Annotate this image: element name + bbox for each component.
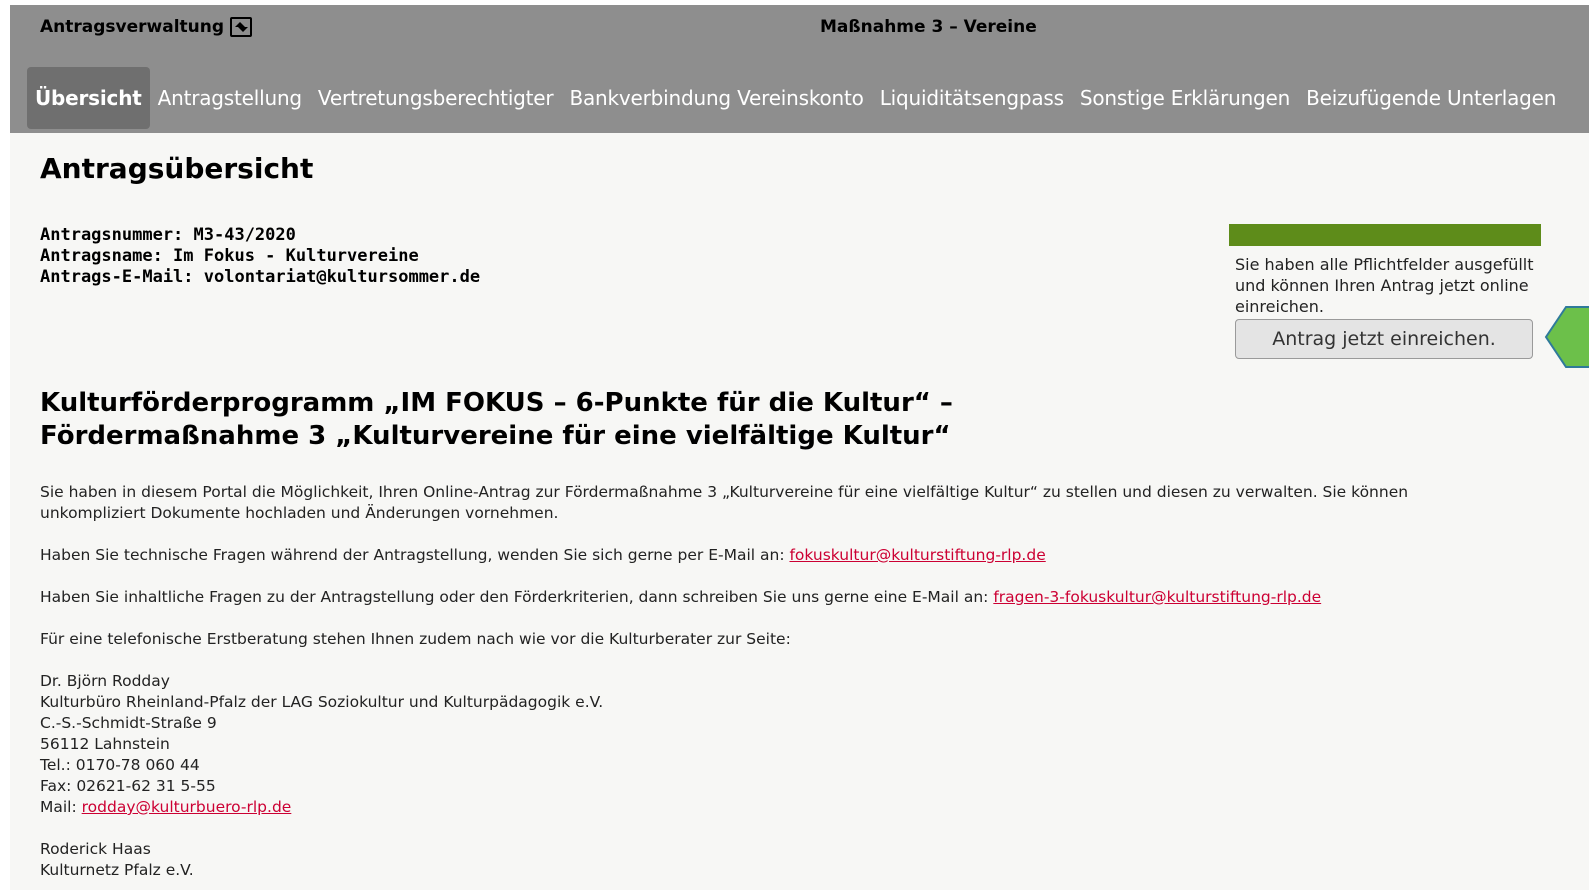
application-email: Antrags-E-Mail: volontariat@kultursommer… (40, 267, 481, 287)
contact-fax: Fax: 02621-62 31 5-55 (40, 777, 216, 795)
contact-mail-link[interactable]: rodday@kulturbuero-rlp.de (82, 798, 292, 816)
submission-status: Sie haben alle Pflichtfelder ausgefüllt … (1229, 224, 1541, 359)
contact-rodday: Dr. Björn Rodday Kulturbüro Rheinland-Pf… (40, 671, 1480, 818)
tech-question-text: Haben Sie technische Fragen während der … (40, 546, 790, 564)
contact-name: Roderick Haas (40, 840, 151, 858)
completion-progress-bar (1229, 224, 1541, 246)
tab-antragstellung[interactable]: Antragstellung (150, 67, 310, 129)
headline-line-2: Fördermaßnahme 3 „Kulturvereine für eine… (40, 421, 951, 451)
tech-support-email-link[interactable]: fokuskultur@kulturstiftung-rlp.de (789, 546, 1045, 564)
contact-organization: Kulturbüro Rheinland-Pfalz der LAG Sozio… (40, 693, 604, 711)
application-number: Antragsnummer: M3-43/2020 (40, 225, 296, 245)
tab-sonstige-erklaerungen[interactable]: Sonstige Erklärungen (1072, 67, 1298, 129)
contact-mail-label: Mail: (40, 798, 82, 816)
program-description: Sie haben in diesem Portal die Möglichke… (40, 482, 1480, 890)
application-meta: Antragsnummer: M3-43/2020 Antragsname: I… (40, 225, 480, 288)
completion-progress-fill (1229, 224, 1541, 246)
app-title-label: Antragsverwaltung (40, 17, 225, 37)
app-window: Antragsverwaltung Maßnahme 3 – Vereine Ü… (10, 5, 1589, 890)
tab-beizufuegende-unterlagen[interactable]: Beizufügende Unterlagen (1298, 67, 1564, 129)
top-navigation-bar: Antragsverwaltung Maßnahme 3 – Vereine Ü… (10, 5, 1589, 133)
app-title[interactable]: Antragsverwaltung (40, 17, 253, 37)
tab-liquiditaetsengpass[interactable]: Liquiditätsengpass (872, 67, 1072, 129)
content-question-text: Haben Sie inhaltliche Fragen zu der Antr… (40, 588, 994, 606)
phone-intro-paragraph: Für eine telefonische Erstberatung stehe… (40, 630, 791, 648)
content-support-email-link[interactable]: fragen-3-fokuskultur@kulturstiftung-rlp.… (993, 588, 1321, 606)
page-title: Antragsübersicht (40, 152, 314, 185)
contact-phone: Tel.: 0170-78 060 44 (40, 756, 200, 774)
window-title: Maßnahme 3 – Vereine (820, 17, 1037, 37)
content-question-paragraph: Haben Sie inhaltliche Fragen zu der Antr… (40, 587, 1480, 608)
tab-uebersicht[interactable]: Übersicht (27, 67, 150, 129)
contact-city: 56112 Lahnstein (40, 735, 170, 753)
contact-name: Dr. Björn Rodday (40, 672, 170, 690)
submit-application-button[interactable]: Antrag jetzt einreichen. (1235, 319, 1533, 359)
intro-paragraph: Sie haben in diesem Portal die Möglichke… (40, 483, 1409, 522)
contact-haas: Roderick Haas Kulturnetz Pfalz e.V. (40, 839, 1480, 881)
headline-line-1: Kulturförderprogramm „IM FOKUS – 6-Punkt… (40, 388, 953, 418)
tab-bankverbindung[interactable]: Bankverbindung Vereinskonto (561, 67, 871, 129)
menu-toggle-icon[interactable] (230, 17, 253, 37)
program-headline: Kulturförderprogramm „IM FOKUS – 6-Punkt… (40, 387, 953, 453)
status-message: Sie haben alle Pflichtfelder ausgefüllt … (1235, 255, 1534, 316)
tab-vertretungsberechtigter[interactable]: Vertretungsberechtigter (310, 67, 562, 129)
pointer-arrow-icon (1544, 306, 1589, 368)
contact-street: C.-S.-Schmidt-Straße 9 (40, 714, 217, 732)
contact-organization: Kulturnetz Pfalz e.V. (40, 861, 194, 879)
tech-question-paragraph: Haben Sie technische Fragen während der … (40, 545, 1480, 566)
application-name: Antragsname: Im Fokus - Kulturvereine (40, 246, 419, 266)
main-tabs: Übersicht Antragstellung Vertretungsbere… (27, 67, 1564, 129)
